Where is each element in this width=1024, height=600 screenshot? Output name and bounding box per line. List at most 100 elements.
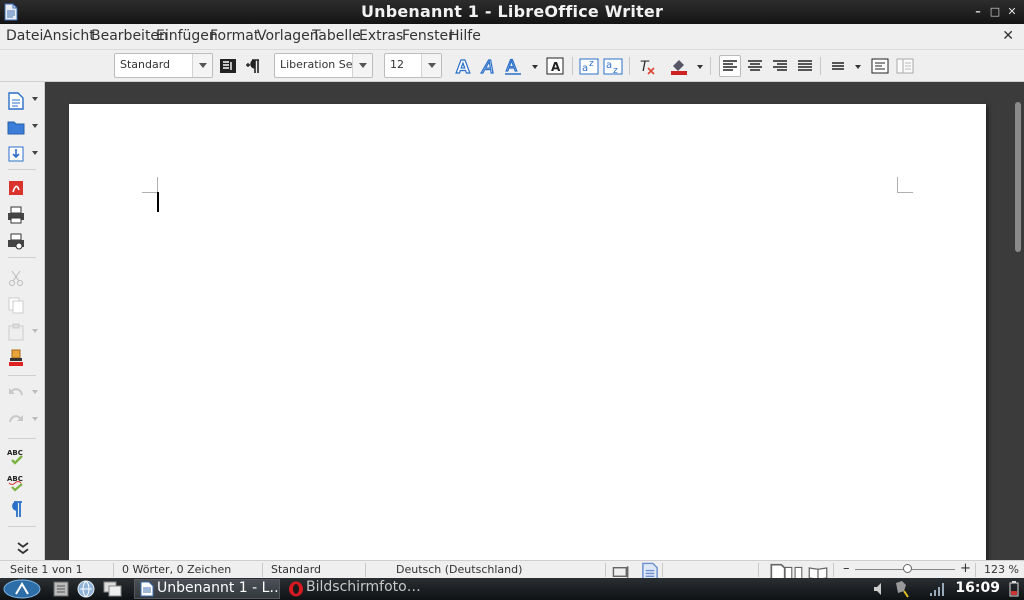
menu-vorlagen[interactable]: Vorlagen: [257, 28, 319, 44]
close-window-button[interactable]: ✕: [1004, 4, 1020, 20]
new-document-icon[interactable]: [6, 91, 26, 111]
save-dropdown-icon[interactable]: [32, 151, 38, 155]
cut-icon[interactable]: [6, 268, 26, 288]
document-area[interactable]: [46, 82, 1012, 564]
align-right-button[interactable]: [770, 56, 790, 76]
page-count[interactable]: Seite 1 von 1: [10, 563, 83, 576]
font-name-dropdown-icon[interactable]: [352, 54, 372, 77]
paste-icon[interactable]: [6, 322, 26, 342]
start-menu-icon[interactable]: [2, 579, 42, 599]
line-spacing-icon[interactable]: [827, 56, 847, 76]
single-page-view-icon[interactable]: [768, 563, 786, 583]
new-style-icon[interactable]: [243, 56, 263, 76]
clone-formatting-icon[interactable]: [6, 348, 26, 368]
task-screenshot[interactable]: Bildschirmfoto…: [286, 579, 426, 599]
justify-button[interactable]: [795, 56, 815, 76]
text-cursor: [157, 192, 159, 212]
volume-icon[interactable]: [872, 579, 886, 599]
highlight-color-icon[interactable]: [669, 56, 689, 76]
open-dropdown-icon[interactable]: [32, 124, 38, 128]
formatting-toolbar: Standard Liberation Serif 12 A A A A: [0, 50, 1024, 82]
menu-format[interactable]: Format: [210, 28, 259, 44]
language[interactable]: Deutsch (Deutschland): [396, 563, 522, 576]
status-separator: [262, 563, 263, 577]
close-document-button[interactable]: ✕: [1002, 28, 1014, 44]
font-size-dropdown-icon[interactable]: [421, 54, 441, 77]
status-separator: [605, 563, 606, 577]
multi-page-view-icon[interactable]: [784, 563, 803, 580]
network-signal-icon[interactable]: [928, 579, 944, 599]
clear-formatting-icon[interactable]: T: [637, 56, 657, 76]
document-page[interactable]: [69, 104, 986, 564]
sidebar-toggle-icon[interactable]: [895, 56, 915, 76]
notification-icon[interactable]: [892, 579, 910, 599]
align-center-button[interactable]: [745, 56, 765, 76]
clock[interactable]: 16:09: [955, 580, 1000, 596]
zoom-level[interactable]: 123 %: [984, 563, 1019, 576]
undo-dropdown-icon[interactable]: [32, 390, 38, 394]
browser-icon[interactable]: [76, 579, 96, 599]
copy-icon[interactable]: [6, 295, 26, 315]
book-view-icon[interactable]: [808, 563, 828, 580]
vertical-scrollbar[interactable]: [1012, 82, 1024, 560]
app-window: Unbenannt 1 - LibreOffice Writer – □ ✕ D…: [0, 0, 1024, 600]
maximize-button[interactable]: □: [987, 4, 1003, 20]
document-modified-icon[interactable]: [640, 562, 658, 582]
scrollbar-thumb[interactable]: [1015, 102, 1021, 252]
update-style-icon[interactable]: [218, 56, 238, 76]
paragraph-style-dropdown-icon[interactable]: [192, 54, 212, 77]
redo-icon[interactable]: [6, 410, 26, 430]
underline-icon[interactable]: A: [503, 56, 523, 76]
export-pdf-icon[interactable]: [6, 178, 26, 198]
print-preview-icon[interactable]: [6, 232, 26, 252]
file-manager-icon[interactable]: [52, 579, 70, 599]
menu-ansicht[interactable]: Ansicht: [43, 28, 95, 44]
menu-hilfe[interactable]: Hilfe: [449, 28, 481, 44]
character-border-icon[interactable]: A: [545, 56, 565, 76]
save-icon[interactable]: [6, 144, 26, 164]
underline-dropdown-icon[interactable]: [532, 65, 538, 69]
show-desktop-icon[interactable]: [102, 579, 124, 599]
menu-fenster[interactable]: Fenster: [402, 28, 454, 44]
new-document-dropdown-icon[interactable]: [32, 97, 38, 101]
word-count[interactable]: 0 Wörter, 0 Zeichen: [122, 563, 231, 576]
font-size-combo[interactable]: 12: [384, 53, 442, 78]
menu-einfuegen[interactable]: Einfügen: [156, 28, 218, 44]
writer-task-icon: [140, 581, 154, 597]
task-screenshot-label: Bildschirmfoto…: [306, 579, 421, 595]
paragraph-style-combo[interactable]: Standard: [114, 53, 213, 78]
redo-dropdown-icon[interactable]: [32, 417, 38, 421]
formatting-marks-icon[interactable]: [6, 499, 26, 519]
undo-icon[interactable]: [6, 383, 26, 403]
subscript-icon[interactable]: az: [603, 56, 623, 76]
highlight-color-dropdown-icon[interactable]: [697, 65, 703, 69]
paragraph-dialog-icon[interactable]: [870, 56, 890, 76]
open-folder-icon[interactable]: [6, 117, 26, 137]
page-style[interactable]: Standard: [271, 563, 321, 576]
print-icon[interactable]: [6, 205, 26, 225]
paste-dropdown-icon[interactable]: [32, 329, 38, 333]
italic-icon[interactable]: A: [479, 56, 499, 76]
svg-text:ABC: ABC: [7, 475, 23, 483]
text-boundary-top-right: [897, 177, 913, 193]
zoom-out-button[interactable]: –: [843, 561, 850, 576]
align-left-button[interactable]: [719, 55, 741, 77]
spellcheck-icon[interactable]: ABC: [6, 446, 26, 466]
minimize-button[interactable]: –: [970, 4, 986, 20]
menu-datei[interactable]: Datei: [6, 28, 43, 44]
font-name-combo[interactable]: Liberation Serif: [274, 53, 373, 78]
bold-icon[interactable]: A: [453, 56, 473, 76]
insert-mode-icon[interactable]: [612, 562, 629, 578]
menu-tabelle[interactable]: Tabelle: [312, 28, 361, 44]
zoom-in-button[interactable]: +: [960, 561, 971, 576]
svg-text:a: a: [582, 63, 588, 74]
status-bar: Seite 1 von 1 0 Wörter, 0 Zeichen Standa…: [0, 560, 1024, 583]
battery-icon[interactable]: [1008, 579, 1020, 599]
line-spacing-dropdown-icon[interactable]: [855, 65, 861, 69]
zoom-slider-thumb[interactable]: [903, 564, 912, 573]
task-writer[interactable]: Unbenannt 1 - L…: [134, 579, 280, 599]
superscript-icon[interactable]: az: [579, 56, 599, 76]
more-tools-chevron-icon[interactable]: [13, 538, 29, 555]
autospellcheck-icon[interactable]: ABC: [6, 472, 26, 492]
menu-extras[interactable]: Extras: [359, 28, 403, 44]
